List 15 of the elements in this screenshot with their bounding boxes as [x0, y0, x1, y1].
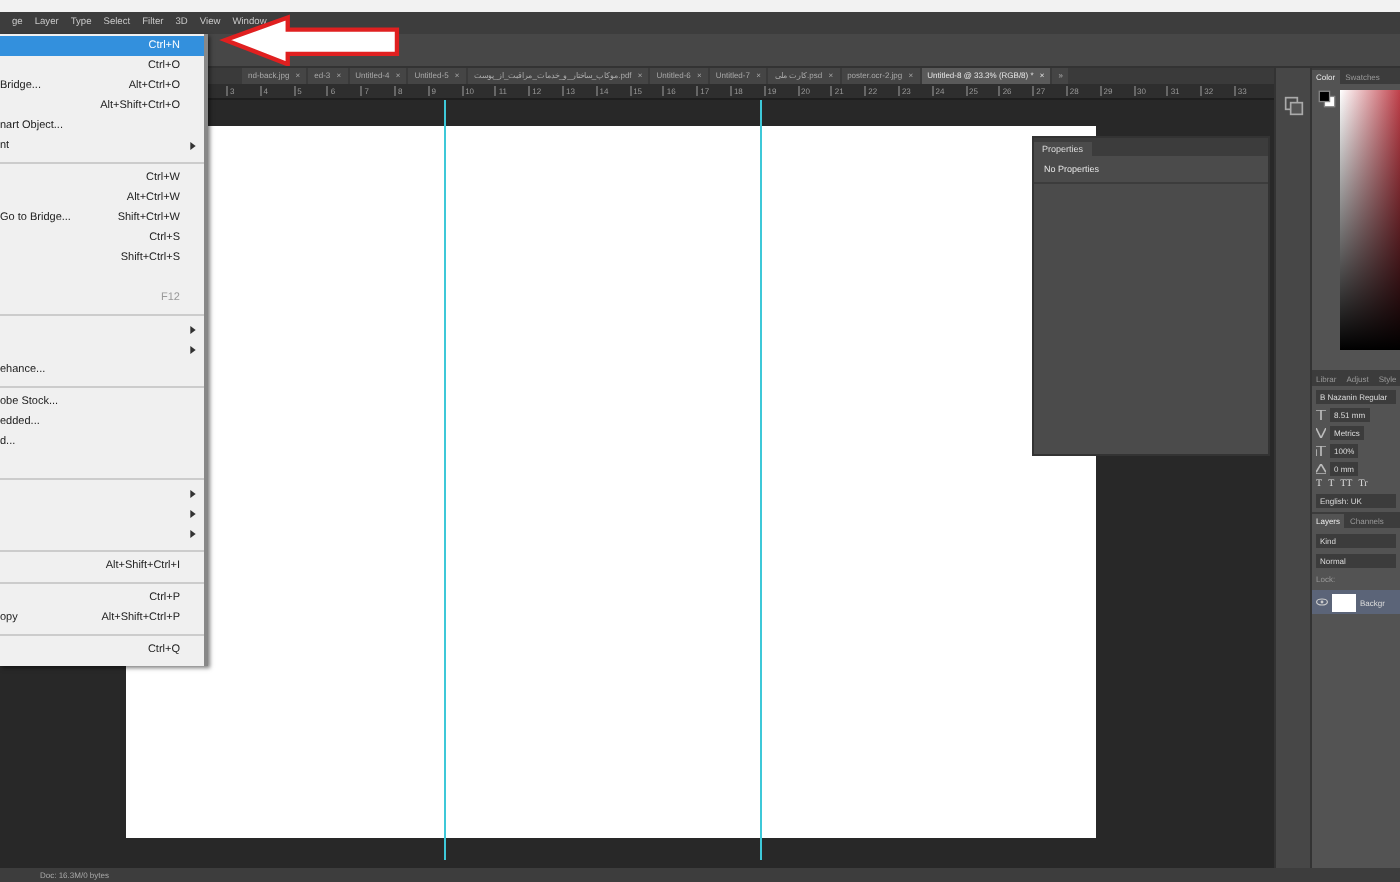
submenu-arrow-icon [190, 530, 196, 538]
color-picker[interactable] [1340, 90, 1400, 350]
kerning-icon [1316, 428, 1326, 438]
submenu-arrow-icon [190, 142, 196, 150]
eye-icon[interactable] [1316, 598, 1328, 606]
submenu-arrow-icon [190, 326, 196, 334]
font-size-icon [1316, 410, 1326, 420]
submenu-arrow-icon [190, 346, 196, 354]
submenu-arrow-icon [190, 490, 196, 498]
submenu-arrow-icon [190, 510, 196, 518]
baseline-icon [1316, 464, 1326, 474]
color-swatches-icon[interactable] [1318, 90, 1336, 108]
scale-icon [1316, 446, 1326, 456]
layer-thumbnail [1332, 593, 1356, 611]
panels-icon[interactable] [1283, 96, 1303, 116]
